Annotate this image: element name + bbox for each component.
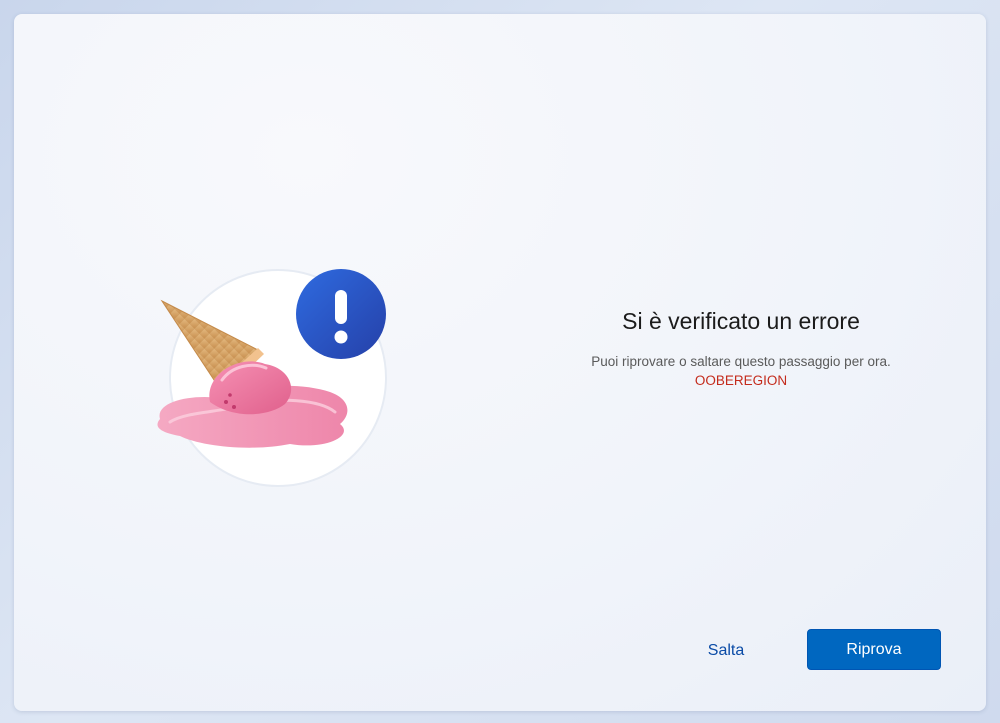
error-illustration <box>140 254 390 494</box>
error-code: OOBEREGION <box>694 373 788 388</box>
dialog-description: Puoi riprovare o saltare questo passaggi… <box>591 354 891 369</box>
message-area: Si è verificato un errore Puoi riprovare… <box>534 304 948 390</box>
skip-button[interactable]: Salta <box>686 631 766 671</box>
retry-button[interactable]: Riprova <box>807 629 941 670</box>
oobe-dialog: Si è verificato un errore Puoi riprovare… <box>14 14 986 711</box>
exclamation-icon <box>296 269 386 359</box>
dialog-title: Si è verificato un errore <box>622 308 860 334</box>
